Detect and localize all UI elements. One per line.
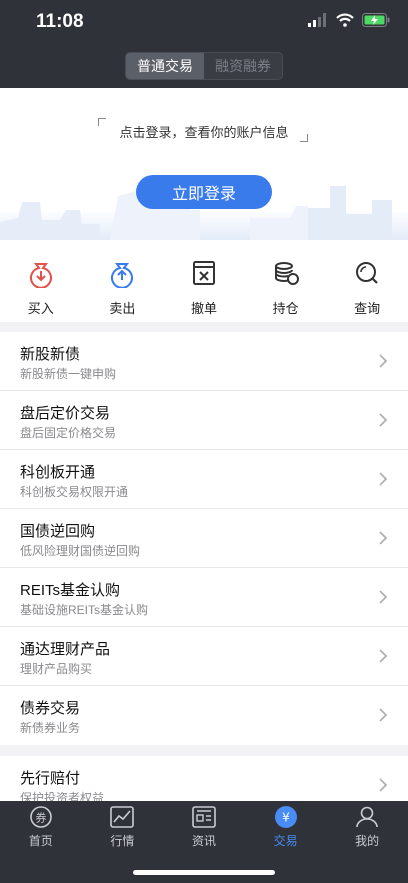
list-item-subtitle: 新债券业务: [20, 721, 81, 735]
cancel-order-icon: [192, 261, 215, 285]
list-item-title: 国债逆回购: [20, 523, 96, 540]
list-item-wealth-products[interactable]: 通达理财产品 理财产品购买: [0, 627, 408, 686]
list-item-title: 先行赔付: [20, 770, 81, 787]
service-menu-list: 先行赔付 保护投资者权益: [0, 756, 408, 806]
chevron-right-icon: [379, 472, 388, 486]
sell-icon: [111, 263, 134, 288]
list-item-compensation[interactable]: 先行赔付 保护投资者权益: [0, 756, 408, 806]
chevron-right-icon: [379, 354, 388, 368]
tab-normal-trade[interactable]: 普通交易: [126, 53, 204, 79]
action-sell-label: 卖出: [109, 301, 136, 316]
chevron-right-icon: [379, 590, 388, 604]
list-item-title: 通达理财产品: [20, 641, 111, 658]
list-item-star-market[interactable]: 科创板开通 科创板交易权限开通: [0, 450, 408, 509]
list-item-title: 盘后定价交易: [20, 405, 111, 422]
list-item-title: 债券交易: [20, 700, 81, 717]
list-item-title: REITs基金认购: [20, 582, 121, 599]
tab-trade[interactable]: ¥ 交易: [245, 801, 327, 851]
tab-margin-trade[interactable]: 融资融券: [204, 53, 282, 79]
list-item-subtitle: 盘后固定价格交易: [20, 426, 117, 440]
buy-icon: [29, 263, 52, 288]
tab-home[interactable]: 券 首页: [0, 801, 82, 851]
home-icon: 券: [29, 806, 52, 828]
tab-profile-label: 我的: [355, 834, 380, 848]
action-positions[interactable]: 持仓: [245, 240, 327, 322]
svg-text:券: 券: [35, 811, 46, 825]
chevron-right-icon: [379, 531, 388, 545]
trade-menu-list: 新股新债 新股新债一键申购 盘后定价交易 盘后固定价格交易 科创板开通 科创板交…: [0, 332, 408, 745]
status-icons: [308, 13, 390, 27]
home-indicator[interactable]: [133, 870, 275, 875]
tab-news[interactable]: 资讯: [163, 801, 245, 851]
action-query-label: 查询: [354, 301, 381, 316]
list-item-title: 新股新债: [20, 346, 81, 363]
trade-icon: ¥: [274, 806, 297, 828]
search-icon: [356, 262, 378, 284]
action-sell[interactable]: 卖出: [82, 240, 164, 322]
signal-icon: [308, 13, 326, 27]
tab-news-label: 资讯: [191, 834, 216, 848]
action-positions-label: 持仓: [272, 301, 299, 316]
news-icon: [192, 806, 216, 828]
list-item-reverse-repo[interactable]: 国债逆回购 低风险理财国债逆回购: [0, 509, 408, 568]
list-item-title: 科创板开通: [20, 464, 96, 481]
login-prompt: 点击登录，查看你的账户信息: [119, 125, 289, 140]
list-item-after-hours[interactable]: 盘后定价交易 盘后固定价格交易: [0, 391, 408, 450]
list-item-subtitle: 低风险理财国债逆回购: [20, 544, 141, 558]
list-item-subtitle: 新股新债一键申购: [20, 367, 117, 381]
list-item-bond-trading[interactable]: 债券交易 新债券业务: [0, 686, 408, 745]
action-buy-label: 买入: [27, 301, 54, 316]
action-buy[interactable]: 买入: [0, 240, 82, 322]
top-header: 11:08 普通交易 融资融券: [0, 0, 408, 88]
chevron-right-icon: [379, 778, 388, 792]
tab-trade-label: 交易: [273, 834, 298, 848]
tab-profile[interactable]: 我的: [326, 801, 408, 851]
positions-icon: [274, 262, 299, 285]
chevron-right-icon: [379, 708, 388, 722]
list-item-subtitle: 基础设施REITs基金认购: [20, 603, 149, 617]
login-banner: 点击登录，查看你的账户信息 立即登录: [0, 88, 408, 240]
wifi-icon: [336, 13, 354, 27]
tab-home-label: 首页: [28, 834, 53, 848]
market-icon: [110, 806, 135, 828]
chevron-right-icon: [379, 413, 388, 427]
tab-market[interactable]: 行情: [82, 801, 164, 851]
quick-actions: 买入 卖出 撤单 持仓 查询: [0, 240, 408, 322]
action-cancel-order-label: 撤单: [190, 301, 217, 316]
action-query[interactable]: 查询: [326, 240, 408, 322]
svg-text:¥: ¥: [282, 811, 290, 825]
list-item-reits[interactable]: REITs基金认购 基础设施REITs基金认购: [0, 568, 408, 627]
profile-icon: [356, 806, 378, 828]
list-item-ipo[interactable]: 新股新债 新股新债一键申购: [0, 332, 408, 391]
tab-market-label: 行情: [110, 834, 135, 848]
list-item-subtitle: 科创板交易权限开通: [20, 485, 129, 499]
list-item-subtitle: 理财产品购买: [20, 662, 93, 676]
status-time: 11:08: [36, 11, 84, 32]
bracket-right: [300, 134, 308, 142]
battery-charging-icon: [362, 13, 390, 27]
trade-mode-switch: 普通交易 融资融券: [125, 52, 283, 80]
login-button[interactable]: 立即登录: [136, 175, 272, 209]
chevron-right-icon: [379, 649, 388, 663]
action-cancel-order[interactable]: 撤单: [163, 240, 245, 322]
